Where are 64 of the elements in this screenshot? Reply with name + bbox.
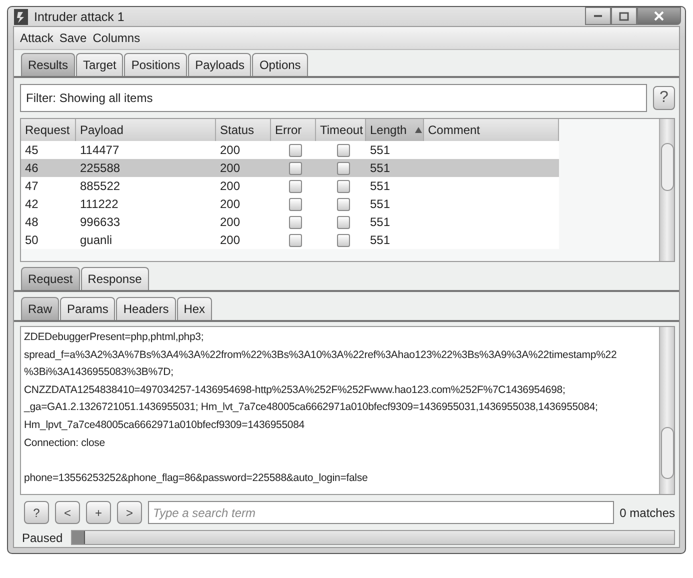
table-cell-text: 996633 <box>79 215 122 229</box>
request-line: %3Bi%3A1436955083%3B%7D; <box>24 365 174 380</box>
tab[interactable]: Request <box>21 267 80 290</box>
match-count: 0 matches <box>620 506 675 520</box>
tab[interactable]: Results <box>21 53 76 76</box>
search-nav-button[interactable]: + <box>86 501 111 524</box>
menu-item[interactable]: Save <box>59 31 87 45</box>
tab[interactable]: Hex <box>176 297 212 320</box>
table-cell-text: 200 <box>219 215 242 229</box>
filter-text: Filter: Showing all items <box>26 91 153 105</box>
table-cell-text: 225588 <box>79 161 122 175</box>
request-line: _ga=GA1.2.1326721051.1436955031; Hm_lvt_7a7ce48005ca6662971a010bfecf9309=1436955031,1436955038,1436955084; <box>24 400 598 416</box>
table-cell-text: 46 <box>24 161 40 175</box>
search-field[interactable]: Type a search term <box>148 501 614 524</box>
table-row[interactable]: 48 996633 200 551 <box>21 213 559 231</box>
table-cell-text: 200 <box>219 233 242 247</box>
request-line: spread_f=a%3A2%3A%7Bs%3A4%3A%22from%22%3Bs%3A10%3A%22ref%3Ahao123%22%3Bs%3A9%3A%22timestamp%22 <box>24 348 617 363</box>
table-cell-text: 200 <box>219 179 242 193</box>
status-text: Paused <box>22 530 63 544</box>
table-cell-text: 551 <box>369 143 392 157</box>
table-row[interactable]: 45 114477 200 551 <box>21 141 559 159</box>
column-header[interactable]: Length <box>366 119 424 141</box>
tab[interactable]: Headers <box>116 297 176 320</box>
table-row[interactable]: 50 guanli 200 551 <box>21 231 559 249</box>
table-cell-text: 114477 <box>79 143 120 157</box>
tab[interactable]: Options <box>252 53 308 76</box>
table-row[interactable]: 47 885522 200 551 <box>21 177 559 195</box>
search-nav-button[interactable]: < <box>55 501 80 524</box>
request-line: Hm_lpvt_7a7ce48005ca6662971a010bfecf9309=1436955084 <box>24 418 304 433</box>
table-row[interactable]: 42 111222 200 551 <box>21 195 559 213</box>
table-cell-text: 551 <box>369 233 392 247</box>
tab[interactable]: Response <box>80 267 149 290</box>
tab[interactable]: Payloads <box>188 53 252 76</box>
request-line: CNZZDATA1254838410=497034257-1436954698-http%253A%252F%252Fwww.hao123.com%252F%7C1436954698; <box>24 382 566 398</box>
help-button[interactable]: ? <box>653 86 675 110</box>
tab[interactable]: Target <box>76 53 124 76</box>
table-cell-text: 47 <box>24 179 40 193</box>
table-cell-text: 200 <box>219 161 242 175</box>
tab[interactable]: Positions <box>124 53 188 76</box>
tab[interactable]: Params <box>60 297 116 320</box>
request-line: ZDEDebuggerPresent=php,phtml,php3; <box>24 330 204 345</box>
table-cell-text: 551 <box>369 179 392 193</box>
search-nav-button[interactable]: ? <box>24 501 49 524</box>
filter-bar[interactable]: Filter: Showing all items <box>20 84 647 112</box>
table-cell-text: 42 <box>24 197 40 211</box>
table-cell-text: guanli <box>79 233 114 247</box>
menu-item[interactable]: Attack <box>20 31 54 45</box>
request-body: phone=13556253252&phone_flag=86&password=225588&auto_login=false <box>24 470 368 486</box>
search-nav-button[interactable]: > <box>117 501 142 524</box>
request-line: Connection: close <box>24 436 105 451</box>
tab[interactable]: Raw <box>21 297 60 320</box>
table-cell-text: 885522 <box>79 179 122 193</box>
table-cell-text: 551 <box>369 197 392 211</box>
table-cell-text: 551 <box>369 215 392 229</box>
table-cell-text: 45 <box>24 143 40 157</box>
menu-item[interactable]: Columns <box>92 31 140 45</box>
table-cell-text: 48 <box>24 215 40 229</box>
window-title: Intruder attack 1 <box>34 10 124 24</box>
table-cell-text: 551 <box>369 161 392 175</box>
table-cell-text: 111222 <box>79 197 120 211</box>
table-cell-text: 200 <box>219 197 242 211</box>
table-row[interactable]: 46 225588 200 551 <box>21 159 559 177</box>
table-cell-text: 200 <box>219 143 242 157</box>
table-cell-text: 50 <box>24 233 40 247</box>
